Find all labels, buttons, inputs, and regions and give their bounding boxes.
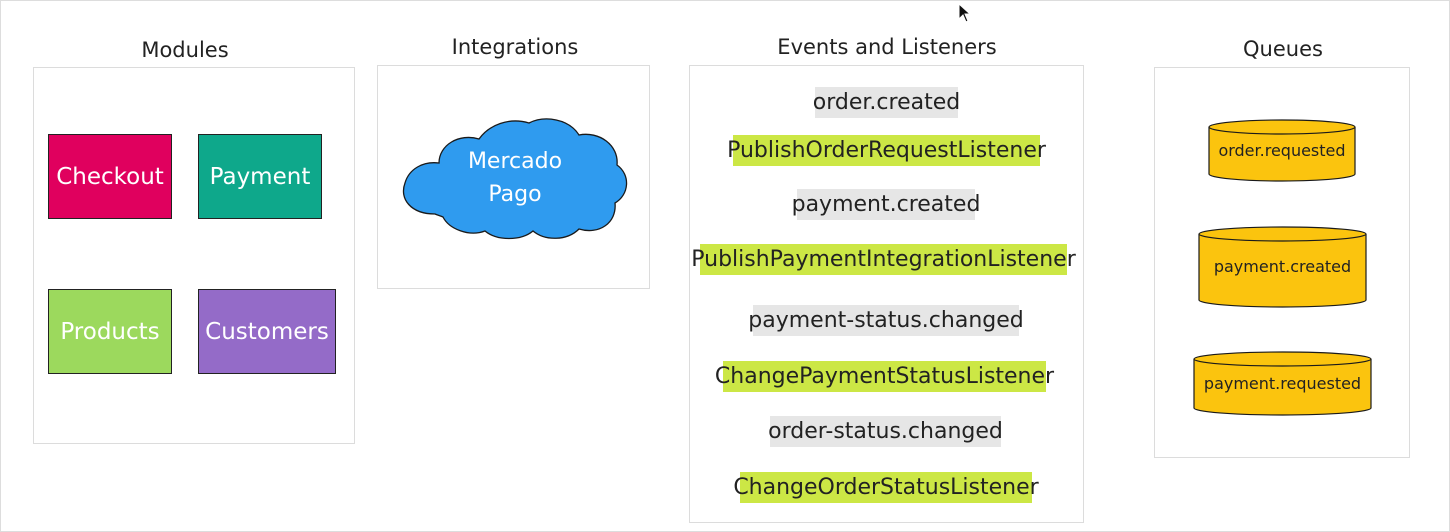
- listener-publish-payment-integration[interactable]: PublishPaymentIntegrationListener: [691, 244, 1076, 275]
- queues-title: Queues: [1243, 37, 1323, 61]
- event-payment-created[interactable]: payment.created: [792, 189, 980, 220]
- modules-panel: [33, 67, 355, 444]
- integrations-title: Integrations: [451, 35, 579, 59]
- queue-payment-requested[interactable]: payment.requested: [1193, 351, 1372, 416]
- listener-change-payment-status[interactable]: ChangePaymentStatusListener: [715, 361, 1054, 392]
- queue-label: payment.created: [1213, 257, 1352, 276]
- mouse-pointer-icon: [958, 3, 972, 23]
- listener-publish-order-request[interactable]: PublishOrderRequestListener: [727, 135, 1046, 166]
- queue-payment-created[interactable]: payment.created: [1198, 226, 1367, 308]
- module-customers[interactable]: Customers: [198, 289, 336, 374]
- event-payment-status-changed[interactable]: payment-status.changed: [748, 305, 1024, 336]
- events-title: Events and Listeners: [777, 35, 997, 59]
- integration-label-line2: Pago: [488, 181, 542, 207]
- modules-title: Modules: [141, 38, 229, 62]
- listener-change-order-status[interactable]: ChangeOrderStatusListener: [733, 472, 1039, 503]
- module-checkout[interactable]: Checkout: [48, 134, 172, 219]
- queue-label: order.requested: [1218, 141, 1346, 160]
- module-payment[interactable]: Payment: [198, 134, 322, 219]
- queue-order-requested[interactable]: order.requested: [1208, 119, 1356, 182]
- integration-label-line1: Mercado: [467, 148, 563, 174]
- events-panel: [689, 65, 1084, 523]
- queue-label: payment.requested: [1203, 374, 1362, 393]
- event-order-status-changed[interactable]: order-status.changed: [768, 416, 1003, 447]
- module-products[interactable]: Products: [48, 289, 172, 374]
- event-order-created[interactable]: order.created: [813, 87, 960, 118]
- diagram-canvas: Modules Integrations Events and Listener…: [0, 0, 1450, 532]
- integration-cloud[interactable]: [397, 111, 633, 243]
